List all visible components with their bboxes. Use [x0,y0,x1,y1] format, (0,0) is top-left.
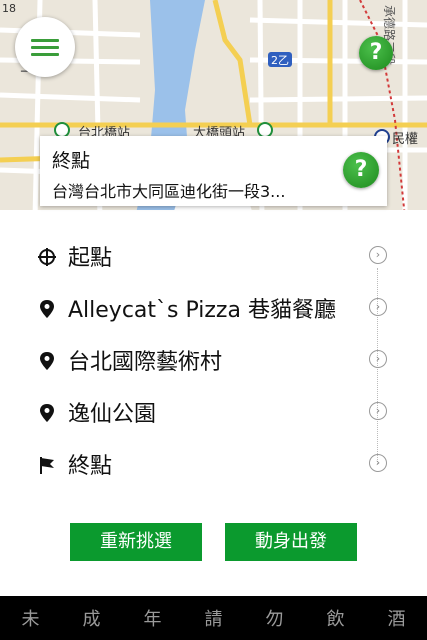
map-pin-icon [40,300,54,318]
stop-label: Alleycat`s Pizza 巷貓餐廳 [68,298,336,323]
footer-char: 年 [143,609,162,630]
chevron-right-icon[interactable]: › [369,298,387,316]
footer-char: 成 [82,609,101,630]
stop-end[interactable]: 終點 › [36,446,391,482]
chevron-right-icon[interactable]: › [369,454,387,472]
info-card-address: 台灣台北市大同區迪化街一段3... [52,182,286,201]
footer-char: 未 [21,609,40,630]
stop-label: 逸仙公園 [68,402,157,427]
stop-start[interactable]: 起點 › [36,238,391,274]
flag-icon [40,457,54,474]
stop-label: 起點 [68,246,113,271]
menu-button[interactable] [15,17,75,77]
start-trip-button[interactable]: 動身出發 [225,523,357,561]
map-pin-icon [40,404,54,422]
station-label-minquan: 民權 [392,132,418,147]
footer-char: 勿 [265,609,284,630]
info-card-title: 終點 [52,150,91,172]
stop-taipei-artist-village[interactable]: 台北國際藝術村 › [36,342,391,378]
stop-yixian-park[interactable]: 逸仙公園 › [36,394,391,430]
menu-icon [31,38,59,42]
help-button-map[interactable]: ? [359,36,393,70]
footer-char: 酒 [387,609,406,630]
help-button-card[interactable]: ? [343,152,379,188]
crosshair-icon [38,248,56,266]
destination-info-card[interactable]: 終點 台灣台北市大同區迪化街一段3... ? [40,136,387,206]
map-pin-icon [40,352,54,370]
chevron-right-icon[interactable]: › [369,350,387,368]
chevron-right-icon[interactable]: › [369,402,387,420]
stop-label: 終點 [68,454,113,479]
chevron-right-icon[interactable]: › [369,246,387,264]
footer-char: 請 [204,609,223,630]
stop-alleycat-pizza[interactable]: Alleycat`s Pizza 巷貓餐廳 › [36,290,391,326]
reselect-button[interactable]: 重新挑選 [70,523,202,561]
road-number-label: 2乙 [271,54,289,67]
route-number-label: 18 [2,2,16,15]
footer-char: 飲 [326,609,345,630]
footer-banner: 未 成 年 請 勿 飲 酒 [0,596,427,640]
stop-label: 台北國際藝術村 [68,350,223,375]
